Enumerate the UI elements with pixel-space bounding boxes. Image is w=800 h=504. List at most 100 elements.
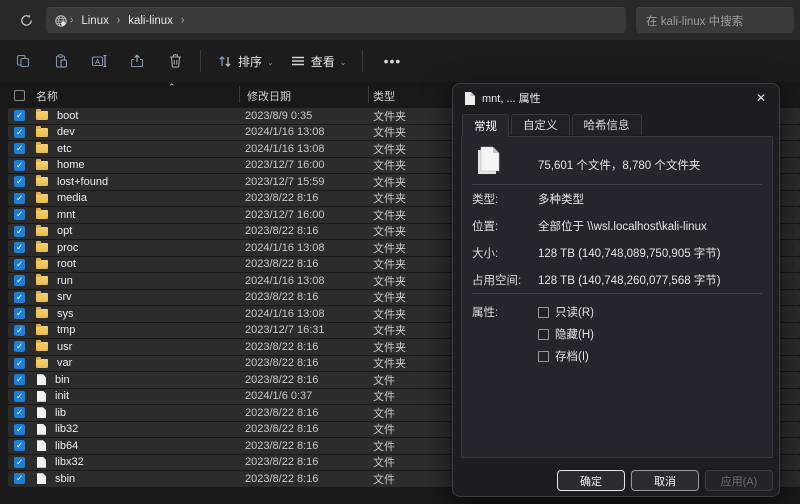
tab-自定义[interactable]: 自定义 — [511, 114, 570, 135]
column-divider[interactable] — [239, 86, 240, 103]
file-name: tmp — [57, 324, 76, 337]
folder-icon — [36, 208, 48, 220]
attribute-checkbox-row[interactable]: 存档(I) — [538, 348, 589, 364]
file-date: 2023/8/22 8:16 — [245, 291, 319, 304]
item-checkbox[interactable]: ✓ — [14, 390, 25, 402]
item-checkbox[interactable]: ✓ — [14, 110, 25, 122]
file-icon — [37, 374, 46, 386]
item-checkbox[interactable]: ✓ — [14, 258, 25, 270]
file-date: 2023/12/7 15:59 — [245, 175, 325, 188]
file-name: bin — [55, 373, 70, 386]
field-label: 类型: — [472, 194, 499, 206]
file-date: 2024/1/16 13:08 — [245, 241, 325, 254]
close-icon: ✕ — [755, 91, 767, 105]
item-checkbox[interactable]: ✓ — [14, 176, 25, 188]
column-header-date[interactable]: 修改日期 — [247, 88, 291, 104]
checkbox-unchecked[interactable] — [538, 328, 549, 340]
attribute-label: 只读(R) — [555, 307, 594, 319]
close-button[interactable]: ✕ — [749, 87, 773, 109]
file-name: etc — [57, 142, 72, 155]
file-icon — [464, 91, 475, 105]
file-type: 文件夹 — [373, 358, 406, 371]
column-divider[interactable] — [368, 86, 369, 103]
item-checkbox[interactable]: ✓ — [14, 159, 25, 171]
breadcrumb-item[interactable]: kali-linux — [122, 15, 179, 27]
refresh-icon — [20, 14, 32, 26]
refresh-button[interactable] — [12, 8, 40, 32]
breadcrumb-chevron-icon: › — [70, 13, 74, 28]
file-type: 文件夹 — [373, 292, 406, 305]
file-date: 2023/8/22 8:16 — [245, 406, 319, 419]
item-checkbox[interactable]: ✓ — [14, 423, 25, 435]
more-options-button[interactable]: ••• — [375, 46, 409, 76]
copy-button[interactable] — [6, 46, 40, 76]
item-checkbox[interactable]: ✓ — [14, 341, 25, 353]
folder-icon — [36, 175, 48, 187]
file-name: srv — [57, 291, 72, 304]
item-checkbox[interactable]: ✓ — [14, 456, 25, 468]
item-checkbox[interactable]: ✓ — [14, 357, 25, 369]
file-date: 2023/8/22 8:16 — [245, 439, 319, 452]
linux-globe-icon — [55, 14, 67, 27]
file-name: init — [55, 390, 70, 403]
breadcrumb-chevron-icon: › — [180, 13, 185, 28]
file-date: 2024/1/6 0:37 — [245, 390, 313, 403]
search-input[interactable]: 在 kali-linux 中搜索 — [636, 7, 794, 33]
view-button[interactable]: 查看 ⌄ — [282, 46, 355, 76]
item-checkbox[interactable]: ✓ — [14, 473, 25, 485]
tab-哈希信息[interactable]: 哈希信息 — [571, 114, 642, 135]
rename-button[interactable]: A — [82, 46, 116, 76]
file-type: 文件夹 — [373, 341, 406, 354]
trash-icon — [169, 54, 181, 68]
file-name: sys — [57, 307, 74, 320]
ok-button[interactable]: 确定 — [557, 470, 625, 491]
item-checkbox[interactable]: ✓ — [14, 192, 25, 204]
item-checkbox[interactable]: ✓ — [14, 143, 25, 155]
paste-button[interactable] — [44, 46, 78, 76]
column-header-name[interactable]: 名称 — [36, 88, 58, 104]
file-date: 2023/12/7 16:31 — [245, 324, 325, 337]
attribute-checkbox-row[interactable]: 隐藏(H) — [538, 326, 594, 342]
tab-常规[interactable]: 常规 — [462, 114, 509, 137]
file-type: 文件夹 — [373, 160, 406, 173]
item-checkbox[interactable]: ✓ — [14, 440, 25, 452]
field-value: 128 TB (140,748,089,750,905 字节) — [538, 248, 721, 260]
checkbox-unchecked[interactable] — [538, 306, 549, 318]
svg-text:A: A — [95, 57, 100, 66]
folder-icon — [36, 323, 48, 335]
file-date: 2024/1/16 13:08 — [245, 142, 325, 155]
sort-button[interactable]: 排序 ⌄ — [209, 46, 282, 76]
breadcrumb: › Linux › kali-linux › — [68, 13, 186, 28]
item-checkbox[interactable]: ✓ — [14, 126, 25, 138]
item-checkbox[interactable]: ✓ — [14, 324, 25, 336]
checkbox-unchecked[interactable] — [538, 350, 549, 362]
share-button[interactable] — [120, 46, 154, 76]
file-date: 2023/8/22 8:16 — [245, 373, 319, 386]
column-header-type[interactable]: 类型 — [373, 88, 395, 104]
item-checkbox[interactable]: ✓ — [14, 291, 25, 303]
divider — [472, 184, 762, 185]
cancel-button[interactable]: 取消 — [631, 470, 699, 491]
item-checkbox[interactable]: ✓ — [14, 374, 25, 386]
breadcrumb-item[interactable]: Linux — [75, 15, 115, 27]
item-checkbox[interactable]: ✓ — [14, 275, 25, 287]
paste-icon — [55, 54, 67, 68]
item-checkbox[interactable]: ✓ — [14, 242, 25, 254]
delete-button[interactable] — [158, 46, 192, 76]
item-checkbox[interactable]: ✓ — [14, 407, 25, 419]
select-all-checkbox[interactable] — [14, 90, 25, 101]
file-name: proc — [57, 241, 79, 254]
toolbar-divider — [362, 50, 364, 72]
item-checkbox[interactable]: ✓ — [14, 308, 25, 320]
file-type: 文件夹 — [373, 110, 406, 123]
file-name: run — [57, 274, 73, 287]
item-checkbox[interactable]: ✓ — [14, 225, 25, 237]
file-name: lib64 — [55, 439, 79, 452]
item-checkbox[interactable]: ✓ — [14, 209, 25, 221]
address-bar[interactable]: › Linux › kali-linux › — [46, 7, 626, 33]
file-date: 2024/1/16 13:08 — [245, 307, 325, 320]
file-icon — [37, 390, 46, 402]
file-type: 文件夹 — [373, 143, 406, 156]
folder-icon — [36, 109, 48, 121]
attribute-checkbox-row[interactable]: 只读(R) — [538, 304, 594, 320]
